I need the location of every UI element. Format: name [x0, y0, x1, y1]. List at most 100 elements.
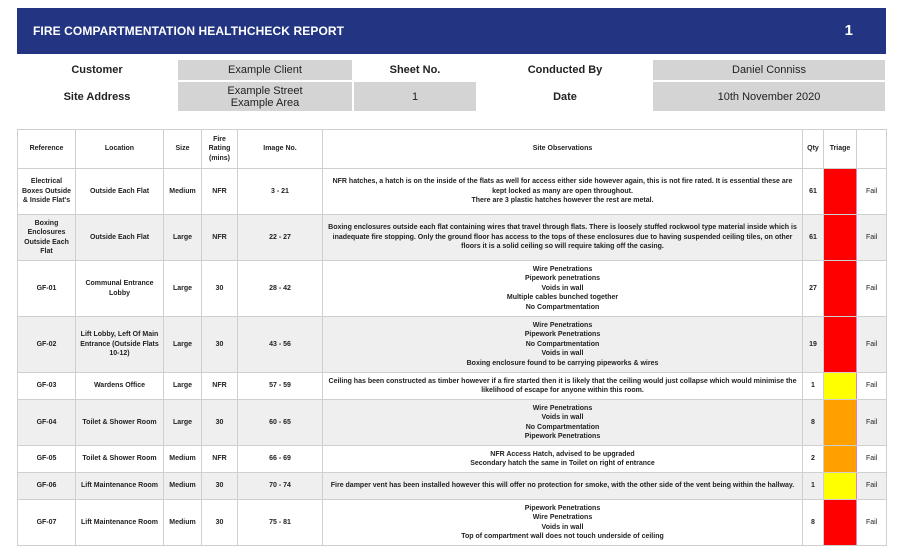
fire-rating-cell: NFR	[201, 445, 238, 473]
qty-cell: 8	[802, 399, 824, 446]
qty-cell: 19	[802, 316, 824, 373]
qty-cell: 61	[802, 168, 824, 215]
col-header-size: Size	[163, 129, 202, 169]
image-no-cell: 57 - 59	[237, 372, 323, 400]
reference-cell: GF-06	[17, 472, 76, 500]
observation-line: Pipework Penetrations	[524, 504, 601, 512]
size-cell: Large	[163, 372, 202, 400]
observation-line: Wire Penetrations	[532, 404, 593, 412]
table-row: GF-03 Wardens Office Large NFR 57 - 59 Ceilin…	[17, 372, 887, 400]
observation-line: Pipework Penetrations	[524, 433, 601, 440]
observation-line: NFR Access Hatch, advised to be upgraded	[490, 450, 635, 458]
result-cell: Fail	[856, 316, 887, 373]
observation-line: Wire Penetrations	[532, 321, 593, 329]
observation-line: NFR hatches, a hatch is on the inside of…	[332, 178, 793, 195]
result-cell: Fail	[856, 499, 887, 546]
sheet-number-value: 1	[354, 82, 476, 111]
observation-line: Top of compartment wall does not touch u…	[461, 533, 664, 540]
size-cell: Large	[163, 399, 202, 446]
location-cell: Toilet & Shower Room	[75, 399, 164, 446]
image-no-cell: 70 - 74	[237, 472, 323, 500]
conducted-by-value: Daniel Conniss	[653, 60, 885, 80]
triage-cell	[823, 399, 857, 446]
image-no-cell: 75 - 81	[237, 499, 323, 546]
qty-cell: 1	[802, 372, 824, 400]
observation-line: Voids in wall	[541, 523, 584, 531]
table-row: Boxing Enclosures Outside Each Flat Outsi…	[17, 214, 887, 261]
observations-cell: NFR Access Hatch, advised to be upgraded…	[322, 445, 803, 473]
table-row: GF-02 Lift Lobby, Left Of Main Entrance (…	[17, 316, 887, 373]
fire-rating-cell: NFR	[201, 372, 238, 400]
table-row: Electrical Boxes Outside & Inside Flat's…	[17, 168, 887, 215]
sheet-label: Sheet No.	[389, 64, 441, 76]
fire-rating-cell: 30	[201, 260, 238, 317]
observation-line: There are 3 plastic hatches however the …	[471, 197, 654, 205]
qty-cell: 8	[802, 499, 824, 546]
table-row: GF-06 Lift Maintenance Room Medium 30 70 - 7…	[17, 472, 887, 500]
triage-cell	[823, 445, 857, 473]
fire-rating-cell: 30	[201, 399, 238, 446]
qty-cell: 27	[802, 260, 824, 317]
observation-line: Secondary hatch the same in Toilet on ri…	[470, 460, 655, 467]
report-number: 1	[844, 22, 853, 39]
site-address-label: Site Address	[63, 90, 131, 103]
location-cell: Outside Each Flat	[75, 168, 164, 215]
reference-cell: GF-05	[17, 445, 76, 473]
observations-cell: Pipework Penetrations Wire Penetrations Vo…	[322, 499, 803, 546]
size-cell: Large	[163, 316, 202, 373]
size-cell: Medium	[163, 499, 202, 546]
site-address-line1: Example Street	[227, 84, 303, 97]
observations-cell: Fire damper vent has been installed howe…	[322, 472, 803, 500]
table-row: GF-05 Toilet & Shower Room Medium NFR 66 - 6…	[17, 445, 887, 473]
col-header-fire-rating: Fire Rating (mins)	[201, 129, 238, 169]
result-cell: Fail	[856, 472, 887, 500]
image-no-cell: 22 - 27	[237, 214, 323, 261]
site-address-line2: Example Area	[230, 96, 300, 109]
qty-cell: 1	[802, 472, 824, 500]
size-cell: Medium	[163, 168, 202, 215]
triage-cell	[823, 168, 857, 215]
triage-cell	[823, 214, 857, 261]
image-no-cell: 28 - 42	[237, 260, 323, 317]
observation-line: Boxing enclosure found to be carrying pi…	[466, 359, 659, 367]
customer-label: Customer	[71, 64, 123, 76]
size-cell: Large	[163, 260, 202, 317]
image-no-cell: 60 - 65	[237, 399, 323, 446]
report-banner: FIRE COMPARTMENTATION HEALTHCHECK REPORT…	[17, 8, 886, 54]
location-cell: Toilet & Shower Room	[75, 445, 164, 473]
location-cell: Lift Maintenance Room	[75, 472, 164, 500]
fire-rating-cell: 30	[201, 316, 238, 373]
size-cell: Large	[163, 214, 202, 261]
col-header-image-no: Image No.	[237, 129, 323, 169]
observation-line: No Compartmentation	[525, 303, 600, 311]
table-row: GF-04 Toilet & Shower Room Large 30 60 - 65 W…	[17, 399, 887, 446]
result-cell: Fail	[856, 399, 887, 446]
location-cell: Communal Entrance Lobby	[75, 260, 164, 317]
image-no-cell: 43 - 56	[237, 316, 323, 373]
observation-line: Boxing enclosures outside each flat cont…	[328, 224, 797, 251]
reference-cell: GF-01	[17, 260, 76, 317]
fire-rating-cell: 30	[201, 472, 238, 500]
triage-cell	[823, 472, 857, 500]
observation-line: Voids in wall	[541, 414, 584, 421]
observation-line: Wire Penetrations	[532, 514, 593, 521]
table-row: GF-01 Communal Entrance Lobby Large 30 28 - …	[17, 260, 887, 317]
reference-cell: GF-04	[17, 399, 76, 446]
observations-cell: Ceiling has been constructed as timber h…	[322, 372, 803, 400]
col-header-reference: Reference	[17, 129, 76, 169]
result-cell: Fail	[856, 168, 887, 215]
result-cell: Fail	[856, 445, 887, 473]
fire-rating-cell: 30	[201, 499, 238, 546]
size-cell: Medium	[163, 472, 202, 500]
col-header-location: Location	[75, 129, 164, 169]
size-cell: Medium	[163, 445, 202, 473]
reference-cell: GF-07	[17, 499, 76, 546]
triage-cell	[823, 372, 857, 400]
observation-line: Pipework penetrations	[524, 275, 601, 283]
qty-cell: 61	[802, 214, 824, 261]
triage-cell	[823, 316, 857, 373]
observation-line: Wire Penetrations	[532, 265, 593, 273]
observations-cell: Boxing enclosures outside each flat cont…	[322, 214, 803, 261]
customer-value: Example Client	[178, 60, 352, 80]
date-label: Date	[553, 90, 577, 103]
